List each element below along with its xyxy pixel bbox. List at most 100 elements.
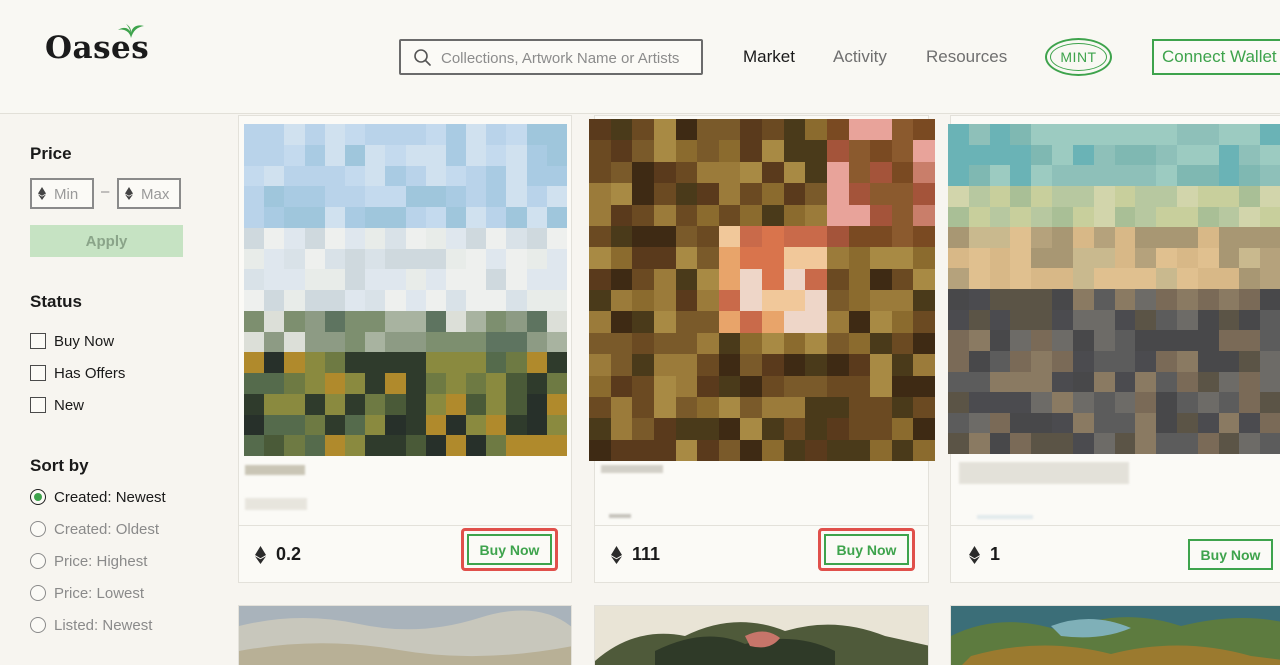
pixel-tile [891,396,914,419]
pixel-tile [365,435,386,456]
pixel-tile [1176,206,1198,228]
pixel-tile [284,352,305,373]
artwork-card-partial[interactable] [594,605,929,665]
pixel-tile [653,140,676,162]
pixel-tile [783,332,806,355]
checkbox[interactable] [30,333,46,349]
pixel-tile [1218,144,1240,166]
pixel-tile [1239,165,1261,186]
status-option-new[interactable]: New [30,395,84,415]
pixel-tile [546,165,567,187]
pixel-tile [740,396,762,419]
pixel-tile [805,204,827,226]
pixel-tile [589,290,611,312]
pixel-tile [697,161,719,184]
buy-now-button[interactable]: Buy Now [1188,539,1273,570]
price-min-field[interactable] [30,178,94,209]
pixel-tile [675,311,698,333]
logo[interactable]: Oases [45,24,149,66]
pixel-tile [1093,350,1115,372]
apply-button[interactable]: Apply [30,225,183,257]
artwork-card[interactable]: 0.2 Buy Now [238,115,572,583]
checkbox[interactable] [30,365,46,381]
search-bar[interactable] [399,39,703,75]
artwork-card[interactable]: 1 Buy Now [948,115,1280,583]
artwork-card[interactable]: 111 Buy Now [589,115,935,583]
pixel-tile [1218,412,1240,434]
pixel-tile [1031,206,1053,228]
mint-button[interactable]: MINT [1045,38,1112,76]
price-min-input[interactable] [54,184,92,204]
price-max-field[interactable] [117,178,181,209]
checkbox-label: New [54,396,85,414]
sort-option-price-lowest[interactable]: Price: Lowest [30,583,144,603]
pixel-tile [948,309,969,331]
pixel-tile [740,140,762,162]
pixel-tile [891,375,914,397]
radio-button[interactable] [30,585,46,601]
sort-option-created-oldest[interactable]: Created: Oldest [30,519,159,539]
radio-button[interactable] [30,553,46,569]
pixel-tile [870,268,892,290]
buy-now-button[interactable]: Buy Now [467,534,552,565]
search-input[interactable] [441,47,696,69]
pixel-tile [1239,371,1261,393]
buy-now-highlight: Buy Now [818,528,915,571]
pixel-tile [848,311,871,333]
sort-option-created-newest[interactable]: Created: Newest [30,487,166,507]
pixel-tile [1052,144,1073,166]
checkbox[interactable] [30,397,46,413]
artwork-card-partial[interactable] [950,605,1280,665]
artwork-image[interactable] [244,124,567,456]
pixel-tile [913,418,935,440]
pixel-tile [344,352,366,373]
pixel-tile [506,393,527,415]
sort-option-price-highest[interactable]: Price: Highest [30,551,147,571]
pixel-tile [610,418,633,440]
price-max-input[interactable] [141,184,179,204]
pixel-tile [1093,268,1115,289]
pixel-tile [425,165,446,187]
pixel-tile [1093,124,1115,145]
pixel-tile [1197,392,1219,413]
pixel-tile [740,439,762,461]
pixel-tile [1156,185,1177,207]
radio-button[interactable] [30,489,46,505]
pixel-tile [1218,227,1240,248]
pixel-tile [466,414,487,436]
nav-activity[interactable]: Activity [833,47,887,67]
pixel-tile [405,331,426,353]
buy-now-button[interactable]: Buy Now [824,534,909,565]
radio-button[interactable] [30,617,46,633]
radio-button[interactable] [30,521,46,537]
artwork-image[interactable] [589,119,935,461]
pixel-tile [968,247,990,269]
nav-market[interactable]: Market [743,47,795,67]
nav-resources[interactable]: Resources [926,47,1007,67]
pixel-tile [244,269,265,290]
pixel-tile [1176,185,1198,207]
pixel-tile [324,227,345,249]
pixel-tile [506,290,527,311]
connect-wallet-button[interactable]: Connect Wallet [1152,39,1280,75]
status-option-has-offers[interactable]: Has Offers [30,363,125,383]
pixel-tile [1239,412,1261,434]
pixel-tile [1093,227,1115,248]
pixel-tile [989,144,1011,166]
pixel-tile [365,373,386,394]
pixel-tile [1156,289,1177,310]
pixel-tile [783,375,806,397]
pixel-tile [526,269,547,290]
pixel-tile [425,186,446,207]
pixel-tile [913,268,935,290]
pixel-tile [1156,433,1177,454]
status-option-buy-now[interactable]: Buy Now [30,331,114,351]
pixel-tile [486,186,507,207]
pixel-tile [848,396,871,419]
artwork-image[interactable] [948,124,1280,454]
artwork-card-partial[interactable] [238,605,572,665]
sort-option-listed-newest[interactable]: Listed: Newest [30,615,152,635]
pixel-tile [1197,330,1219,351]
artist-name-blurred [245,498,307,510]
price-row: 111 [611,544,660,565]
